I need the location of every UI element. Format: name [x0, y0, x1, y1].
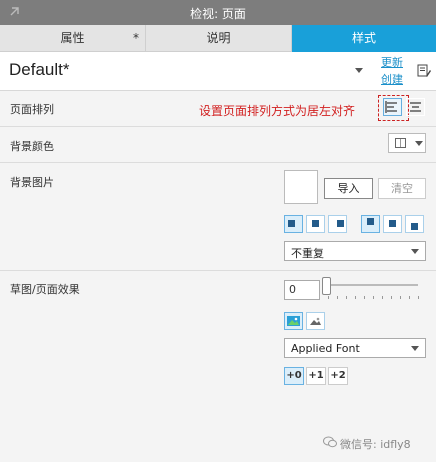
grayscale-image-button[interactable]: [306, 312, 325, 330]
chevron-down-icon: [411, 346, 419, 351]
tab-label: 说明: [206, 31, 231, 45]
tab-style[interactable]: 样式: [292, 25, 436, 52]
font-size-plus1-button[interactable]: +1: [306, 367, 326, 385]
slider-tick: [400, 296, 401, 299]
slider-tick: [373, 296, 374, 299]
tab-bar: 属性 * 说明 样式: [0, 25, 436, 52]
alignment-annotation: 设置页面排列方式为居左对齐: [199, 104, 356, 118]
image-align-left-button[interactable]: [284, 215, 303, 233]
sketch-value-input[interactable]: 0: [284, 280, 320, 300]
sketch-effects-row: 草图/页面效果: [0, 271, 436, 462]
bg-image-preview: [284, 170, 318, 204]
modified-indicator: *: [133, 31, 139, 45]
wechat-icon: [323, 436, 337, 448]
slider-tick: [382, 296, 383, 299]
sketch-slider-thumb[interactable]: [322, 277, 331, 295]
select-value: Applied Font: [291, 342, 360, 355]
align-center-icon: [410, 102, 421, 112]
slider-tick: [355, 296, 356, 299]
slider-tick: [346, 296, 347, 299]
tab-properties[interactable]: 属性 *: [0, 25, 146, 52]
image-align-right-button[interactable]: [328, 215, 347, 233]
bg-color-label: 背景颜色: [10, 140, 54, 153]
align-left-icon: [288, 220, 295, 227]
slider-tick: [409, 296, 410, 299]
image-align-middle-button[interactable]: [383, 215, 402, 233]
update-style-link[interactable]: 更新: [381, 54, 403, 70]
bg-color-picker[interactable]: [388, 133, 426, 153]
chevron-down-icon: [415, 141, 423, 146]
slider-tick: [337, 296, 338, 299]
watermark-text: 微信号: idfly8: [340, 438, 411, 451]
title-bar: 检视: 页面: [0, 0, 436, 25]
style-name[interactable]: Default*: [9, 60, 69, 80]
style-selector-bar: Default* 更新 创建: [0, 52, 436, 91]
clear-button[interactable]: 清空: [378, 178, 426, 199]
image-align-center-button[interactable]: [306, 215, 325, 233]
panel-title: 检视: 页面: [190, 7, 246, 21]
color-image-icon: [287, 316, 300, 326]
sketch-effects-label: 草图/页面效果: [10, 283, 80, 296]
bg-image-label: 背景图片: [10, 176, 54, 189]
align-top-icon: [367, 218, 374, 225]
page-alignment-label: 页面排列: [10, 103, 54, 116]
align-middle-icon: [389, 220, 396, 227]
align-bottom-icon: [411, 223, 418, 230]
image-repeat-select[interactable]: 不重复: [284, 241, 426, 261]
tab-label: 属性: [60, 31, 85, 45]
slider-tick: [328, 296, 329, 299]
font-select[interactable]: Applied Font: [284, 338, 426, 358]
import-button[interactable]: 导入: [324, 178, 373, 199]
grayscale-image-icon: [309, 316, 322, 326]
align-right-icon: [337, 220, 344, 227]
align-left-icon: [385, 101, 397, 113]
font-size-plus0-button[interactable]: +0: [284, 367, 304, 385]
create-style-link[interactable]: 创建: [381, 71, 403, 87]
color-swatch-icon: [395, 138, 406, 148]
select-value: 不重复: [291, 247, 324, 260]
tab-label: 样式: [351, 31, 376, 45]
chevron-down-icon: [411, 249, 419, 254]
align-left-button[interactable]: [383, 98, 402, 116]
slider-tick: [364, 296, 365, 299]
slider-tick: [418, 296, 419, 299]
image-align-top-button[interactable]: [361, 215, 380, 233]
edit-icon[interactable]: [417, 64, 431, 78]
slider-tick: [391, 296, 392, 299]
chevron-down-icon[interactable]: [355, 68, 363, 73]
sketch-slider-track[interactable]: [324, 284, 418, 286]
align-center-button[interactable]: [406, 98, 425, 116]
font-size-plus2-button[interactable]: +2: [328, 367, 348, 385]
align-center-icon: [312, 220, 319, 227]
color-image-button[interactable]: [284, 312, 303, 330]
tab-notes[interactable]: 说明: [146, 25, 292, 52]
bg-color-row: 背景颜色: [0, 127, 436, 163]
image-align-bottom-button[interactable]: [405, 215, 424, 233]
